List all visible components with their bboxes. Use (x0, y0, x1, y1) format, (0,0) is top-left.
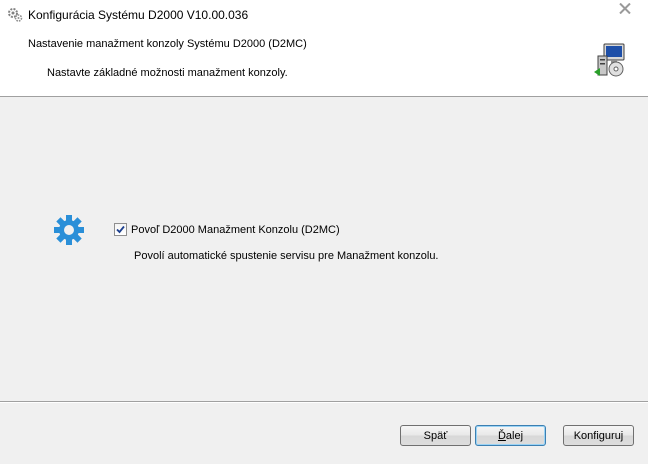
wizard-header: Nastavenie manažment konzoly Systému D20… (0, 29, 648, 97)
gears-icon (7, 7, 23, 23)
header-title: Nastavenie manažment konzoly Systému D20… (28, 38, 307, 50)
enable-d2mc-checkbox[interactable] (114, 223, 127, 236)
option-description: Povolí automatické spustenie servisu pre… (134, 250, 439, 262)
next-button-label: alej (505, 429, 524, 442)
gear-icon (53, 214, 85, 246)
computer-install-icon (592, 42, 628, 78)
enable-d2mc-option[interactable]: Povoľ D2000 Manažment Konzolu (D2MC) (114, 223, 340, 236)
close-icon (619, 2, 631, 17)
next-button[interactable]: Ďalej (475, 425, 546, 446)
close-button[interactable] (605, 0, 645, 20)
next-button-mnemonic: Ď (497, 429, 506, 442)
window-title: Konfigurácia Systému D2000 V10.00.036 (28, 8, 249, 22)
checkmark-icon (116, 225, 125, 234)
header-subtitle: Nastavte základné možnosti manažment kon… (47, 67, 288, 79)
button-divider (0, 401, 648, 403)
configure-button[interactable]: Konfiguruj (563, 425, 634, 446)
back-button[interactable]: Späť (400, 425, 471, 446)
main-panel: Povoľ D2000 Manažment Konzolu (D2MC) Pov… (0, 97, 648, 401)
title-bar: Konfigurácia Systému D2000 V10.00.036 (0, 0, 648, 29)
enable-d2mc-label[interactable]: Povoľ D2000 Manažment Konzolu (D2MC) (131, 224, 340, 236)
